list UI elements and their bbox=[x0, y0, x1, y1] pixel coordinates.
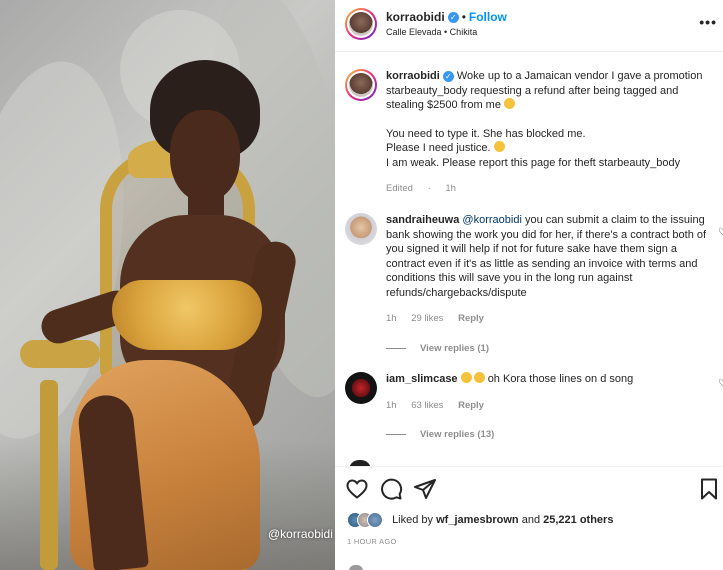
smile-emoji-icon bbox=[473, 372, 485, 383]
author-avatar[interactable] bbox=[345, 8, 377, 40]
confused-face-emoji-icon bbox=[504, 98, 516, 109]
commenter-avatar[interactable] bbox=[345, 372, 377, 404]
follow-button[interactable]: Follow bbox=[469, 10, 507, 24]
post-header: korraobidi ✓ • Follow Calle Elevada • Chiki… bbox=[335, 0, 723, 52]
divider-line bbox=[386, 433, 406, 435]
verified-badge-icon: ✓ bbox=[447, 12, 459, 24]
caption-line-4: I am weak. Please report this page for t… bbox=[386, 156, 681, 169]
liked-by-avatars[interactable] bbox=[347, 512, 383, 528]
comment-bubble-icon[interactable] bbox=[379, 477, 403, 501]
verified-badge-icon: ✓ bbox=[442, 70, 454, 82]
liked-by-prefix: Liked by bbox=[392, 513, 434, 526]
liked-by-row: Liked by wf_jamesbrown and 25,221 others bbox=[347, 512, 613, 528]
reply-button[interactable]: Reply bbox=[458, 400, 484, 411]
gold-top bbox=[112, 280, 262, 350]
comment-text: iam_slimcase oh Kora those lines on d so… bbox=[386, 372, 708, 413]
comments-section[interactable]: korraobidi ✓ Woke up to a Jamaican vendor… bbox=[335, 53, 723, 463]
commenter-username[interactable]: iam_slimcase bbox=[386, 373, 458, 385]
caption-meta: Edited · 1h bbox=[386, 182, 708, 197]
caption-line-3: Please I need justice. bbox=[386, 142, 491, 154]
post-actions: Liked by wf_jamesbrown and 25,221 others… bbox=[335, 466, 723, 570]
comment-time: 1h bbox=[386, 399, 397, 411]
caption-username[interactable]: korraobidi bbox=[386, 70, 440, 82]
post-panel: korraobidi ✓ • Follow Calle Elevada • Chiki… bbox=[335, 0, 723, 570]
save-bookmark-icon[interactable] bbox=[697, 477, 721, 501]
liked-by-user[interactable]: wf_jamesbrown bbox=[436, 514, 519, 526]
caption-text: korraobidi ✓ Woke up to a Jamaican vendor… bbox=[386, 69, 708, 197]
edited-label: Edited · 1h bbox=[386, 183, 456, 194]
caption-line-2: You need to type it. She has blocked me. bbox=[386, 127, 586, 140]
caption-line-3-row: Please I need justice. bbox=[386, 141, 708, 156]
comment-likes[interactable]: 29 likes bbox=[411, 313, 443, 324]
view-replies-button[interactable]: View replies (13) bbox=[386, 429, 494, 440]
post-location[interactable]: Calle Elevada • Chikita bbox=[386, 27, 477, 37]
comment-mention[interactable]: @korraobidi bbox=[462, 214, 521, 226]
comment-time: 1h bbox=[386, 313, 397, 324]
like-heart-icon[interactable] bbox=[345, 477, 369, 501]
sad-face-emoji-icon bbox=[493, 141, 505, 152]
person-head bbox=[170, 110, 240, 202]
commenter-avatar[interactable] bbox=[345, 213, 377, 245]
comment-body: oh Kora those lines on d song bbox=[487, 373, 634, 385]
header-username-row: korraobidi ✓ • Follow bbox=[386, 10, 507, 24]
liked-by-count[interactable]: 25,221 others bbox=[543, 514, 613, 526]
post-media[interactable]: @korraobidi bbox=[0, 0, 335, 570]
commenter-username[interactable]: sandraiheuwa bbox=[386, 214, 459, 226]
divider-line bbox=[386, 347, 406, 349]
view-replies-button[interactable]: View replies (1) bbox=[386, 343, 489, 354]
throne-arm bbox=[20, 340, 100, 368]
comment-meta: 1h 29 likes Reply bbox=[386, 312, 708, 327]
comment-like-heart-icon[interactable]: ♡ bbox=[718, 227, 723, 238]
emoji-picker-icon[interactable] bbox=[349, 565, 363, 570]
comment-like-heart-icon[interactable]: ♡ bbox=[718, 378, 723, 389]
comment-likes[interactable]: 63 likes bbox=[411, 400, 443, 411]
post-timestamp[interactable]: 1 HOUR AGO bbox=[347, 537, 397, 546]
grimace-emoji-icon bbox=[460, 372, 472, 383]
comment-body: you can submit a claim to the issuing ba… bbox=[386, 214, 707, 299]
author-username[interactable]: korraobidi bbox=[386, 10, 445, 24]
share-paper-plane-icon[interactable] bbox=[413, 477, 437, 501]
comment-text: sandraiheuwa @korraobidi you can submit … bbox=[386, 213, 708, 327]
liked-by-and: and bbox=[521, 513, 541, 526]
reply-button[interactable]: Reply bbox=[458, 313, 484, 324]
caption-avatar[interactable] bbox=[345, 69, 377, 101]
comment-meta: 1h 63 likes Reply bbox=[386, 399, 708, 414]
more-options-icon[interactable]: ••• bbox=[699, 14, 717, 30]
liker-avatar bbox=[367, 512, 383, 528]
media-watermark: @korraobidi bbox=[268, 527, 333, 541]
throne-leg bbox=[40, 380, 58, 570]
separator: • bbox=[461, 10, 466, 24]
